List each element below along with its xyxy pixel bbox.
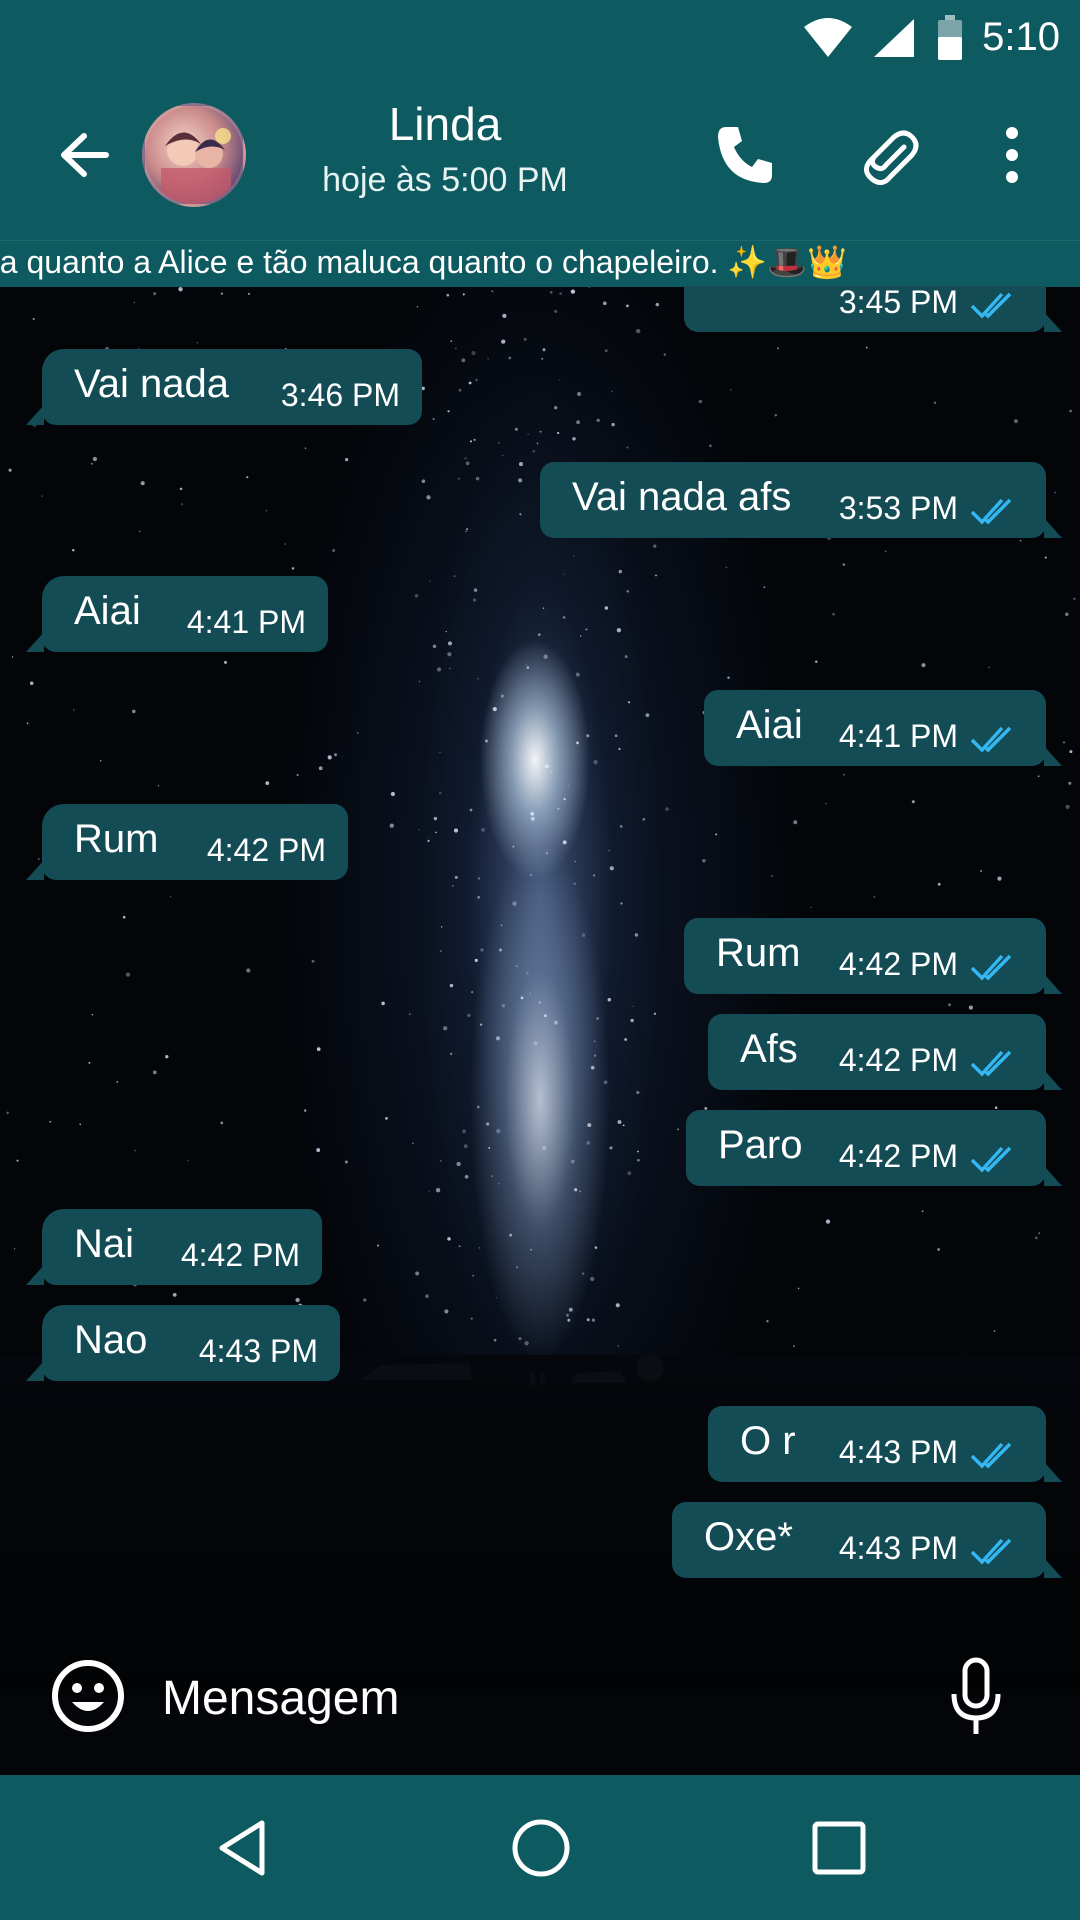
- outgoing-message[interactable]: Rum 4:42 PM: [684, 918, 1062, 994]
- status-time: 5:10: [982, 15, 1060, 59]
- message-time: 4:42 PM: [180, 1237, 300, 1273]
- last-seen-text: hoje às 5:00 PM: [322, 161, 568, 199]
- outgoing-message[interactable]: 3:45 PM: [684, 286, 1062, 332]
- message-list[interactable]: 3:45 PM Vai nada 3:46 PM Vai nada afs 3:53 P…: [0, 286, 1080, 1616]
- message-text: Afs: [740, 1027, 798, 1071]
- message-text: Paro: [718, 1123, 803, 1167]
- mic-icon: [951, 1657, 1001, 1734]
- message-text: Rum: [716, 931, 801, 975]
- message-time: 4:42 PM: [838, 1042, 958, 1078]
- message-time: 3:45 PM: [838, 286, 958, 320]
- outgoing-message[interactable]: Afs 4:42 PM: [708, 1014, 1062, 1090]
- nav-back-icon: [219, 1820, 265, 1876]
- status-bar: 5:10: [0, 0, 1080, 75]
- marquee-text: da quanto a Alice e tão maluca quanto o …: [0, 244, 847, 280]
- message-text: Rum: [74, 817, 159, 861]
- incoming-message[interactable]: Vai nada 3:46 PM: [26, 349, 422, 425]
- compose-bar: [0, 1630, 1080, 1775]
- more-vert-icon: [1006, 127, 1018, 183]
- message-input[interactable]: [162, 1666, 912, 1730]
- nav-back-button[interactable]: [210, 1815, 276, 1881]
- message-time: 4:43 PM: [838, 1434, 958, 1470]
- message-time: 3:46 PM: [280, 377, 400, 413]
- incoming-message[interactable]: Nai 4:42 PM: [26, 1209, 322, 1285]
- message-time: 4:42 PM: [838, 1138, 958, 1174]
- back-button[interactable]: [50, 120, 120, 190]
- message-text: Aiai: [736, 703, 803, 747]
- avatar-image: [161, 128, 231, 204]
- nav-home-icon: [512, 1819, 570, 1877]
- message-time: 4:41 PM: [186, 604, 306, 640]
- emoji-button[interactable]: [50, 1658, 126, 1734]
- contact-avatar[interactable]: [142, 103, 246, 207]
- message-time: 4:41 PM: [838, 718, 958, 754]
- outgoing-message[interactable]: Paro 4:42 PM: [686, 1110, 1062, 1186]
- message-time: 4:43 PM: [198, 1333, 318, 1369]
- read-receipt-icon: [970, 1538, 1012, 1565]
- message-text: Nai: [74, 1222, 135, 1266]
- read-receipt-icon: [970, 1442, 1012, 1469]
- read-receipt-icon: [970, 1050, 1012, 1077]
- system-nav-bar: [0, 1775, 1080, 1920]
- message-text: Oxe*: [704, 1515, 793, 1559]
- incoming-message[interactable]: Aiai 4:41 PM: [26, 576, 328, 652]
- more-options-button[interactable]: [984, 119, 1040, 191]
- wifi-icon: [804, 17, 853, 57]
- outgoing-message[interactable]: Aiai 4:41 PM: [704, 690, 1062, 766]
- emoji-icon: [52, 1660, 124, 1732]
- message-text: O r: [740, 1419, 796, 1463]
- message-text: Vai nada: [74, 362, 229, 406]
- nav-recents-button[interactable]: [806, 1815, 872, 1881]
- chat-screen: 5:10 Linda hoje às 5:00 PM da quanto a A…: [0, 0, 1080, 1920]
- message-time: 4:43 PM: [838, 1530, 958, 1566]
- nav-home-button[interactable]: [508, 1815, 574, 1881]
- signal-icon: [874, 18, 915, 57]
- message-text: Aiai: [74, 589, 141, 633]
- attach-icon: [864, 130, 919, 185]
- call-icon: [718, 127, 772, 183]
- outgoing-message[interactable]: Oxe* 4:43 PM: [672, 1502, 1062, 1578]
- incoming-message[interactable]: Rum 4:42 PM: [26, 804, 348, 880]
- arrow-back-icon: [61, 133, 109, 177]
- contact-name[interactable]: Linda: [300, 97, 590, 151]
- read-receipt-icon: [970, 1146, 1012, 1173]
- battery-icon: [938, 14, 963, 60]
- voice-call-button[interactable]: [708, 119, 780, 191]
- read-receipt-icon: [970, 498, 1012, 525]
- read-receipt-icon: [970, 726, 1012, 753]
- outgoing-message[interactable]: Vai nada afs 3:53 PM: [540, 462, 1062, 538]
- mic-button[interactable]: [948, 1656, 1004, 1740]
- read-receipt-icon: [970, 954, 1012, 981]
- read-receipt-icon: [970, 292, 1012, 319]
- message-time: 3:53 PM: [838, 490, 958, 526]
- outgoing-message[interactable]: O r 4:43 PM: [708, 1406, 1062, 1482]
- contact-status-marquee: da quanto a Alice e tão maluca quanto o …: [0, 240, 1080, 287]
- status-icons: 5:10: [802, 10, 1060, 65]
- chat-header: Linda hoje às 5:00 PM: [0, 75, 1080, 240]
- message-text: Nao: [74, 1318, 148, 1362]
- message-time: 4:42 PM: [838, 946, 958, 982]
- attach-button[interactable]: [850, 119, 922, 191]
- incoming-message[interactable]: Nao 4:43 PM: [26, 1305, 340, 1381]
- message-text: Vai nada afs: [572, 475, 792, 519]
- nav-recents-icon: [812, 1821, 866, 1875]
- message-time: 4:42 PM: [206, 832, 326, 868]
